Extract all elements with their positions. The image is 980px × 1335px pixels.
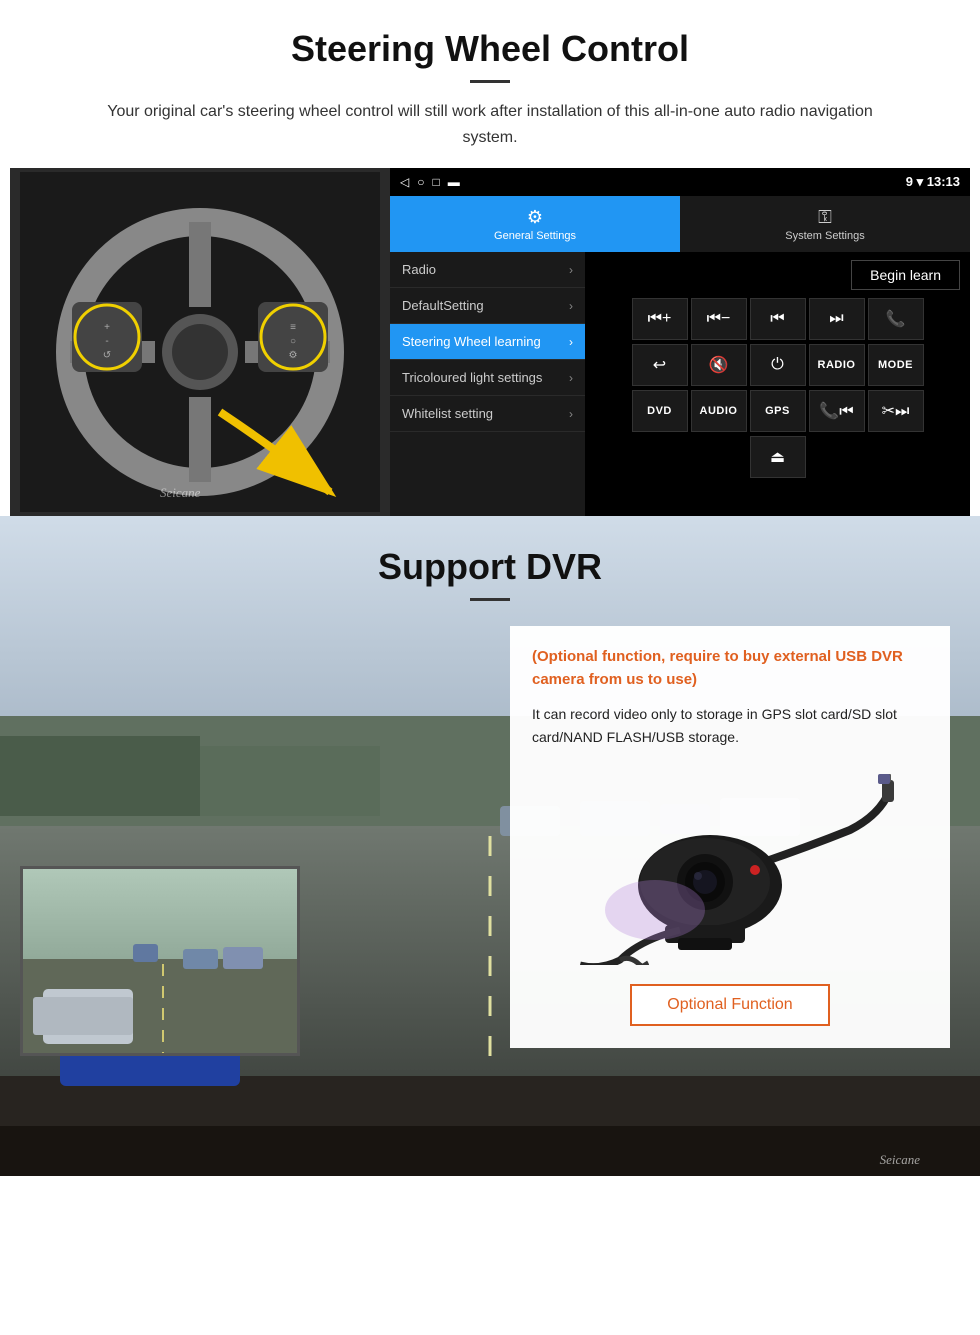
statusbar-left: ◁ ○ □ ▬ [400,175,460,189]
seicane-watermark: Seicane [880,1152,920,1168]
radio-btn[interactable]: RADIO [809,344,865,386]
title-divider [470,80,510,83]
dvr-camera-svg [560,770,900,965]
mode-btn[interactable]: MODE [868,344,924,386]
svg-text:+: + [104,322,110,333]
recents-icon: □ [432,175,439,189]
menu-item-steering[interactable]: Steering Wheel learning › [390,324,585,360]
next-btn[interactable]: ⏭ [809,298,865,340]
android-content: Radio › DefaultSetting › Steering Wheel … [390,252,970,516]
android-statusbar: ◁ ○ □ ▬ 9 ▾ 13:13 [390,168,970,196]
optional-function-button[interactable]: Optional Function [630,984,830,1026]
control-row-4: ⏏ [589,436,966,478]
menu-arrow-steering: › [569,335,573,349]
dvr-divider [470,598,510,601]
statusbar-right: 9 ▾ 13:13 [906,174,960,190]
menu-icon: ▬ [448,175,460,189]
menu-arrow-default: › [569,299,573,313]
mute-btn[interactable]: 🔇 [691,344,747,386]
svg-text:↺: ↺ [103,350,111,361]
page-header: Steering Wheel Control Your original car… [0,0,980,168]
dvd-btn[interactable]: DVD [632,390,688,432]
tab-general-label: General Settings [494,230,576,242]
svg-text:⚙: ⚙ [289,350,298,361]
svg-text:≡: ≡ [290,322,296,333]
back-icon: ◁ [400,175,409,189]
power-btn[interactable]: ⏻ [750,344,806,386]
menu-list: Radio › DefaultSetting › Steering Wheel … [390,252,585,516]
steering-image: + - ↺ ≡ ○ ⚙ Seicane [10,168,390,516]
gps-btn[interactable]: GPS [750,390,806,432]
android-panel: ◁ ○ □ ▬ 9 ▾ 13:13 ⚙ General Settings ⚿ S… [390,168,970,516]
vol-up-btn[interactable]: ⏮+ [632,298,688,340]
control-row-2: ↩ 🔇 ⏻ RADIO MODE [589,344,966,386]
menu-arrow-whitelist: › [569,407,573,421]
menu-item-whitelist[interactable]: Whitelist setting › [390,396,585,432]
signal-icons: 9 ▾ [906,174,927,189]
vol-down-btn[interactable]: ⏮− [691,298,747,340]
home-icon: ○ [417,175,424,189]
dvr-desc-text: It can record video only to storage in G… [532,703,928,748]
control-row-1: ⏮+ ⏮− ⏮ ⏭ 📞 [589,298,966,340]
menu-arrow-radio: › [569,263,573,277]
steering-section: + - ↺ ≡ ○ ⚙ Seicane ◁ [10,168,970,516]
menu-arrow-tricoloured: › [569,371,573,385]
menu-item-radio-label: Radio [402,262,436,277]
menu-item-tricoloured-label: Tricoloured light settings [402,370,542,385]
menu-item-radio[interactable]: Radio › [390,252,585,288]
call-prev-btn[interactable]: 📞⏮ [809,390,865,432]
audio-btn[interactable]: AUDIO [691,390,747,432]
svg-text:-: - [105,336,108,347]
prev-btn[interactable]: ⏮ [750,298,806,340]
begin-learn-row: Begin learn [589,256,966,294]
dvr-header: Support DVR [0,516,980,615]
menu-item-default-label: DefaultSetting [402,298,484,313]
dvr-title: Support DVR [0,546,980,588]
page-subtitle: Your original car's steering wheel contr… [80,99,900,150]
menu-item-whitelist-label: Whitelist setting [402,406,493,421]
control-row-3: DVD AUDIO GPS 📞⏮ ✂⏭ [589,390,966,432]
general-settings-icon: ⚙ [527,207,543,228]
button-grid: Begin learn ⏮+ ⏮− ⏮ ⏭ 📞 ↩ 🔇 ⏻ RADIO MODE [585,252,970,516]
dvr-camera-image [532,768,928,968]
page-title: Steering Wheel Control [60,28,920,70]
eject-btn[interactable]: ⏏ [750,436,806,478]
menu-item-steering-label: Steering Wheel learning [402,334,541,349]
dashcam-thumbnail-svg [23,869,300,1056]
tab-general[interactable]: ⚙ General Settings [390,196,680,252]
svg-text:○: ○ [290,336,296,347]
svg-text:Seicane: Seicane [160,485,201,500]
time-display: 13:13 [927,174,960,189]
call-btn[interactable]: 📞 [868,298,924,340]
menu-item-default[interactable]: DefaultSetting › [390,288,585,324]
tab-system[interactable]: ⚿ System Settings [680,196,970,252]
cut-next-btn[interactable]: ✂⏭ [868,390,924,432]
dvr-info-card: (Optional function, require to buy exter… [510,626,950,1048]
system-settings-icon: ⚿ [818,207,832,228]
menu-item-tricoloured[interactable]: Tricoloured light settings › [390,360,585,396]
android-tabs: ⚙ General Settings ⚿ System Settings [390,196,970,252]
steering-wheel-svg: + - ↺ ≡ ○ ⚙ Seicane [20,172,380,512]
dvr-optional-text: (Optional function, require to buy exter… [532,646,928,691]
menu-item-tricoloured-row: Tricoloured light settings › [402,370,573,385]
dvr-section: Support DVR (Optional function, requi [0,516,980,1176]
dashcam-thumbnail [20,866,300,1056]
hangup-btn[interactable]: ↩ [632,344,688,386]
tab-system-label: System Settings [785,230,864,242]
begin-learn-button[interactable]: Begin learn [851,260,960,290]
